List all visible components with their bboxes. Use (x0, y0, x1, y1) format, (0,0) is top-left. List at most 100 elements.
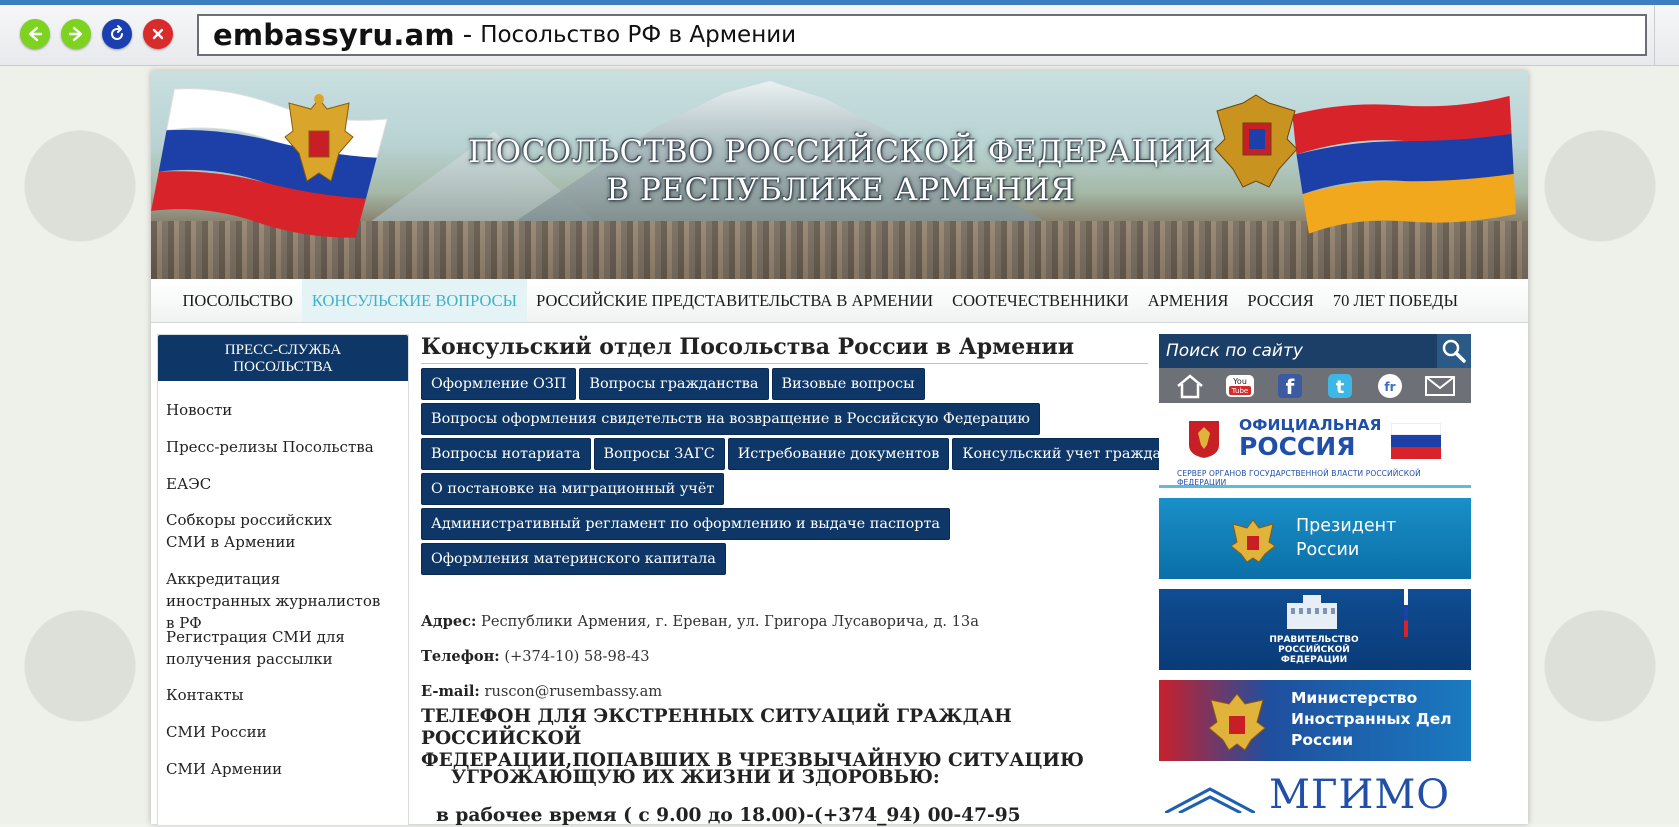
sidebar-item-russian-media[interactable]: СМИ России (158, 721, 408, 743)
tab-return-certificates[interactable]: Вопросы оформления свидетельств на возвр… (421, 403, 1040, 435)
tab-row: Административный регламент по оформлению… (421, 508, 1151, 540)
sidebar-item-media-registration[interactable]: Регистрация СМИ для получения рассылки (158, 626, 374, 670)
tab-migration[interactable]: О постановке на миграционный учёт (421, 473, 725, 505)
mgimo-logo-icon (1165, 787, 1255, 813)
url-separator: - (462, 20, 473, 50)
phone-value: (+374-10) 58-98-43 (504, 648, 650, 665)
address-value: Республики Армения, г. Ереван, ул. Григо… (481, 613, 979, 630)
government-banner[interactable]: ПРАВИТЕЛЬСТВО РОССИЙСКОЙ ФЕДЕРАЦИИ (1159, 589, 1471, 670)
gov-line1: ПРАВИТЕЛЬСТВО (1269, 635, 1359, 645)
president-text: Президент России (1296, 514, 1396, 562)
emergency-heading: ТЕЛЕФОН ДЛЯ ЭКСТРЕННЫХ СИТУАЦИЙ ГРАЖДАН … (421, 706, 1149, 772)
nav-armenia[interactable]: АРМЕНИЯ (1138, 279, 1238, 322)
friendfeed-icon[interactable]: fr (1374, 372, 1406, 400)
consular-section-title: Консульский отдел Посольства России в Ар… (421, 334, 1148, 364)
ofr-subtitle: СЕРВЕР ОРГАНОВ ГОСУДАРСТВЕННОЙ ВЛАСТИ РО… (1177, 469, 1421, 487)
svg-text:You: You (1232, 377, 1247, 386)
nav-compatriots[interactable]: СООТЕЧЕСТВЕННИКИ (943, 279, 1139, 322)
sidebar-item-eaeu[interactable]: ЕАЭС (158, 473, 408, 495)
sidebar-item-armenian-media[interactable]: СМИ Армении (158, 758, 408, 780)
armenian-flag-icon (1292, 95, 1516, 234)
site-banner: ПОСОЛЬСТВО РОССИЙСКОЙ ФЕДЕРАЦИИ В РЕСПУБ… (151, 71, 1528, 279)
sidebar-item-correspondents[interactable]: Собкоры российских СМИ в Армении (158, 509, 384, 553)
search-icon (1442, 339, 1466, 363)
page-title: Посольство РФ в Армении (480, 22, 797, 48)
mid-line3: России (1291, 731, 1354, 749)
sidebar-item-contacts[interactable]: Контакты (158, 684, 408, 706)
email-label: E-mail: (421, 683, 480, 700)
mgimo-banner[interactable]: МГИМО (1159, 771, 1471, 815)
tab-row: Оформления материнского капитала (421, 543, 1151, 575)
nav-victory-70[interactable]: 70 ЛЕТ ПОБЕДЫ (1323, 279, 1467, 322)
twitter-icon[interactable]: t (1324, 372, 1356, 400)
social-bar: You Tube f t fr (1159, 368, 1471, 403)
address-bar[interactable]: embassyru.am - Посольство РФ в Армении (197, 14, 1647, 56)
phone-label: Телефон: (421, 648, 500, 665)
youtube-icon[interactable]: You Tube (1224, 372, 1256, 400)
nav-representations[interactable]: РОССИЙСКИЕ ПРЕДСТАВИТЕЛЬСТВА В АРМЕНИИ (527, 279, 943, 322)
tab-maternity-capital[interactable]: Оформления материнского капитала (421, 543, 726, 575)
pres-line1: Президент (1296, 516, 1397, 536)
tab-documents-request[interactable]: Истребование документов (727, 438, 950, 470)
press-sidebar: ПРЕСС-СЛУЖБА ПОСОЛЬСТВА Новости Пресс-ре… (157, 334, 409, 825)
facebook-icon[interactable]: f (1274, 372, 1306, 400)
banner-title-line1: ПОСОЛЬСТВО РОССИЙСКОЙ ФЕДЕРАЦИИ (468, 134, 1214, 170)
browser-toolbar: embassyru.am - Посольство РФ в Армении (0, 0, 1679, 71)
arrow-left-icon (28, 26, 43, 42)
close-icon (152, 28, 164, 40)
tab-row: О постановке на миграционный учёт (421, 473, 1151, 505)
mail-icon[interactable] (1424, 372, 1456, 400)
svg-text:t: t (1336, 377, 1345, 398)
nav-consular[interactable]: КОНСУЛЬСКИЕ ВОПРОСЫ (302, 279, 527, 322)
pres-line2: России (1296, 540, 1360, 560)
sidebar-item-news[interactable]: Новости (158, 399, 408, 421)
emergency-line3: УГРОЖАЮЩУЮ ИХ ЖИЗНИ И ЗДОРОВЬЮ: (451, 767, 940, 788)
russian-coat-of-arms-icon (284, 94, 354, 182)
tab-passport-regulation[interactable]: Административный регламент по оформлению… (421, 508, 951, 540)
right-column: Поиск по сайту You Tube f t fr ОФИЦИАЛЬН… (1159, 334, 1471, 815)
consular-tabs: Оформление ОЗП Вопросы гражданства Визов… (421, 368, 1207, 575)
flag-stripe (1404, 589, 1408, 637)
gov-line2: РОССИЙСКОЙ (1278, 645, 1350, 655)
tab-row: Вопросы оформления свидетельств на возвр… (421, 403, 1151, 435)
tab-visa[interactable]: Визовые вопросы (771, 368, 925, 400)
svg-text:fr: fr (1384, 380, 1395, 394)
tab-ozp[interactable]: Оформление ОЗП (421, 368, 577, 400)
reload-button[interactable] (102, 19, 132, 49)
sidebar-header-line1: ПРЕСС-СЛУЖБА (224, 342, 342, 358)
home-icon[interactable] (1174, 372, 1206, 400)
tab-citizenship[interactable]: Вопросы гражданства (579, 368, 769, 400)
address-label: Адрес: (421, 613, 477, 630)
svg-text:Tube: Tube (1231, 387, 1248, 395)
mgimo-text: МГИМО (1269, 772, 1451, 815)
white-house-icon (1287, 595, 1337, 629)
sidebar-header: ПРЕСС-СЛУЖБА ПОСОЛЬСТВА (158, 335, 408, 381)
address-line: Адрес: Республики Армения, г. Ереван, ул… (421, 613, 979, 630)
window-edge (1654, 5, 1679, 71)
stop-button[interactable] (143, 19, 173, 49)
phone-line: Телефон: (+374-10) 58-98-43 (421, 648, 650, 665)
nav-russia[interactable]: РОССИЯ (1238, 279, 1323, 322)
mfa-text: Министерство Иностранных Дел России (1291, 688, 1452, 751)
back-button[interactable] (20, 19, 50, 49)
banner-title: ПОСОЛЬСТВО РОССИЙСКОЙ ФЕДЕРАЦИИ В РЕСПУБ… (451, 133, 1231, 209)
forward-button[interactable] (61, 19, 91, 49)
site-search[interactable]: Поиск по сайту (1159, 334, 1471, 368)
sidebar-item-press-releases[interactable]: Пресс-релизы Посольства (158, 436, 408, 458)
mid-line2: Иностранных Дел (1291, 710, 1452, 728)
url-domain: embassyru.am (213, 18, 455, 52)
tab-notary[interactable]: Вопросы нотариата (421, 438, 591, 470)
president-banner[interactable]: Президент России (1159, 498, 1471, 579)
search-button[interactable] (1437, 334, 1471, 368)
reload-icon (111, 25, 123, 40)
tab-zags[interactable]: Вопросы ЗАГС (593, 438, 725, 470)
banner-title-line2: В РЕСПУБЛИКЕ АРМЕНИЯ (606, 172, 1076, 208)
official-russia-text: ОФИЦИАЛЬНАЯ РОССИЯ (1239, 417, 1381, 460)
tab-row: Оформление ОЗП Вопросы гражданства Визов… (421, 368, 1151, 400)
official-russia-banner[interactable]: ОФИЦИАЛЬНАЯ РОССИЯ СЕРВЕР ОРГАНОВ ГОСУДА… (1159, 413, 1471, 488)
sidebar-item-accreditation[interactable]: Аккредитация иностранных журналистов в Р… (158, 568, 392, 634)
coat-of-arms-icon (1189, 421, 1219, 458)
nav-embassy[interactable]: ПОСОЛЬСТВО (173, 279, 302, 322)
mfa-banner[interactable]: Министерство Иностранных Дел России (1159, 680, 1471, 761)
email-value[interactable]: ruscon@rusembassy.am (484, 683, 662, 700)
